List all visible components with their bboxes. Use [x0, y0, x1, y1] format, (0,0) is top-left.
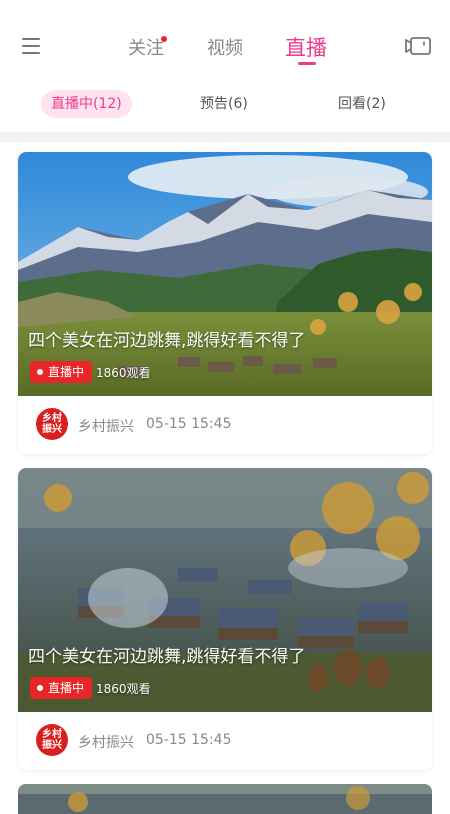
active-tab-indicator [298, 62, 316, 65]
section-divider [0, 132, 450, 142]
tab-follow[interactable]: 关注 [128, 34, 164, 60]
live-title: 四个美女在河边跳舞,跳得好看不得了 [28, 647, 306, 667]
publish-time: 05-15 15:45 [146, 732, 232, 748]
live-badge-label: 直播中 [48, 681, 85, 695]
card-footer: 乡村 振兴 乡村振兴 05-15 15:45 [18, 712, 432, 770]
publisher-avatar[interactable]: 乡村 振兴 [36, 408, 68, 440]
viewer-count: 1860观看 [96, 366, 151, 380]
publisher-name[interactable]: 乡村振兴 [78, 732, 134, 752]
live-subtabs: 直播中(12) 预告(6) 回看(2) [0, 80, 450, 132]
video-camera-icon[interactable] [404, 36, 432, 56]
live-status-badge: 直播中 [30, 677, 93, 699]
subtab-preview[interactable]: 预告(6) [200, 90, 248, 118]
live-cover-image[interactable]: 四个美女在河边跳舞,跳得好看不得了 直播中 1860观看 [18, 468, 432, 712]
live-dot-icon [37, 685, 43, 691]
live-card[interactable]: 四个美女在河边跳舞,跳得好看不得了 直播中 1860观看 乡村 振兴 乡村振兴 0… [18, 468, 432, 770]
live-card-partial[interactable] [18, 784, 432, 814]
live-title: 四个美女在河边跳舞,跳得好看不得了 [28, 331, 306, 351]
publisher-avatar[interactable]: 乡村 振兴 [36, 724, 68, 756]
subtab-live-now[interactable]: 直播中(12) [41, 90, 132, 118]
publish-time: 05-15 15:45 [146, 416, 232, 432]
notification-dot [161, 36, 167, 42]
live-badge-label: 直播中 [48, 365, 85, 379]
viewer-count: 1860观看 [96, 682, 151, 696]
live-status-badge: 直播中 [30, 361, 93, 383]
publisher-name[interactable]: 乡村振兴 [78, 416, 134, 436]
subtab-replay[interactable]: 回看(2) [338, 90, 386, 118]
live-feed-list: 四个美女在河边跳舞,跳得好看不得了 直播中 1860观看 乡村 振兴 乡村振兴 0… [0, 142, 450, 814]
card-footer: 乡村 振兴 乡村振兴 05-15 15:45 [18, 396, 432, 454]
hamburger-menu-icon[interactable] [22, 38, 40, 54]
live-card[interactable]: 四个美女在河边跳舞,跳得好看不得了 直播中 1860观看 乡村 振兴 乡村振兴 0… [18, 152, 432, 454]
live-dot-icon [37, 369, 43, 375]
live-cover-image[interactable]: 四个美女在河边跳舞,跳得好看不得了 直播中 1860观看 [18, 152, 432, 396]
top-navigation-bar: 关注 视频 直播 [0, 0, 450, 80]
tab-video[interactable]: 视频 [207, 34, 243, 60]
tab-live[interactable]: 直播 [285, 32, 327, 62]
